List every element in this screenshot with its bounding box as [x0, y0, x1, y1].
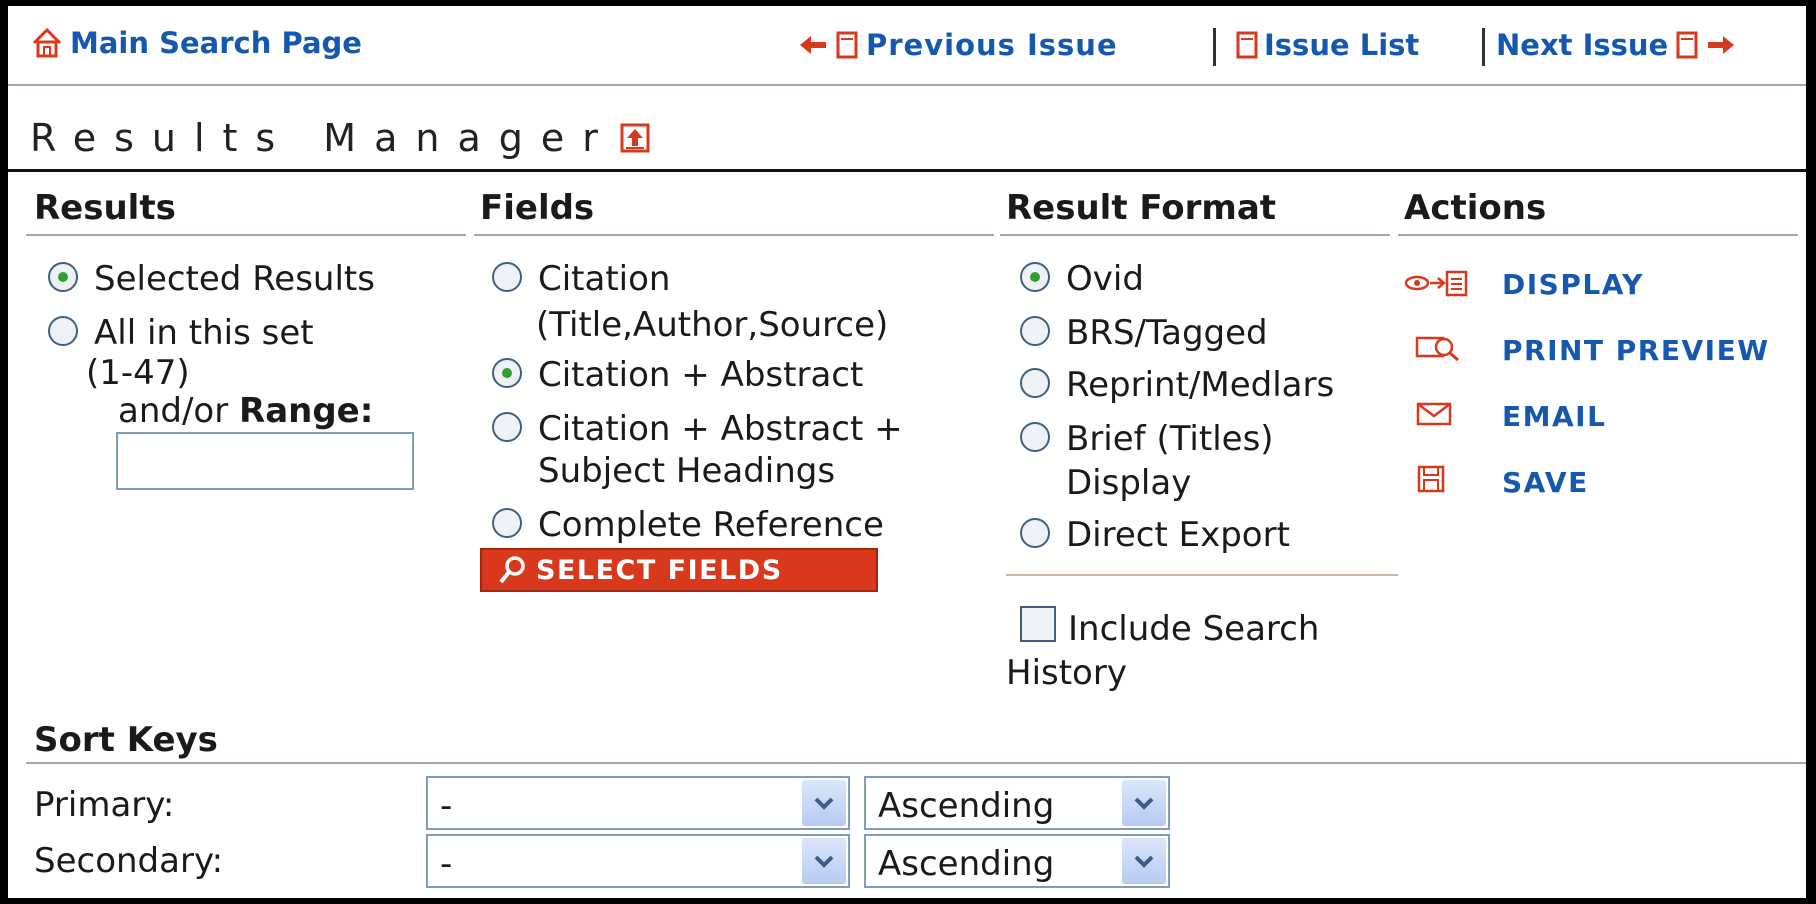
include-search-history-label: Include Search	[1068, 609, 1320, 649]
chevron-down-icon[interactable]	[1122, 780, 1166, 826]
all-in-set-radio[interactable]	[48, 316, 78, 346]
ovid-format-label: Ovid	[1066, 259, 1144, 299]
secondary-sort-field-value: -	[440, 844, 453, 884]
reprint-medlars-radio[interactable]	[1020, 368, 1050, 398]
actions-header: Actions	[1404, 188, 1547, 228]
chevron-down-icon[interactable]	[802, 838, 846, 884]
select-fields-label: SELECT FIELDS	[536, 554, 783, 586]
email-action-icon[interactable]	[1416, 402, 1452, 430]
title-separator	[8, 169, 1806, 172]
citation-label: Citation	[538, 259, 671, 299]
next-issue-label: Next Issue	[1496, 28, 1669, 62]
results-header-underline	[26, 234, 466, 236]
issue-icon	[836, 31, 858, 59]
secondary-sort-label: Secondary:	[34, 841, 224, 881]
fields-header: Fields	[480, 188, 595, 228]
home-icon	[32, 27, 62, 58]
magnifier-icon	[499, 556, 525, 584]
display-icon	[1404, 270, 1468, 297]
save-link[interactable]: SAVE	[1502, 466, 1589, 499]
range-input[interactable]	[116, 432, 414, 490]
all-in-set-label: All in this set	[94, 313, 314, 353]
email-link[interactable]: EMAIL	[1502, 400, 1606, 433]
secondary-sort-order-select[interactable]: Ascending	[864, 834, 1170, 888]
select-fields-button[interactable]: SELECT FIELDS	[480, 548, 878, 592]
brief-titles-sublabel: Display	[1066, 463, 1192, 503]
brief-titles-radio[interactable]	[1020, 422, 1050, 452]
results-header: Results	[34, 188, 176, 228]
primary-sort-order-value: Ascending	[878, 786, 1055, 826]
primary-sort-label: Primary:	[34, 785, 175, 825]
results-manager-title: Results Manager	[30, 116, 616, 160]
all-in-set-range: (1-47)	[86, 353, 190, 393]
save-action-icon[interactable]	[1416, 464, 1446, 498]
arrow-left-icon	[800, 36, 826, 54]
display-action-icon[interactable]	[1404, 268, 1470, 302]
direct-export-radio[interactable]	[1020, 518, 1050, 548]
topnav-separator	[8, 84, 1806, 86]
previous-issue-link[interactable]: Previous Issue	[798, 28, 1118, 62]
and-or-label: and/or	[118, 391, 229, 431]
print-preview-icon	[1415, 336, 1459, 362]
previous-issue-label: Previous Issue	[866, 28, 1118, 62]
format-header-underline	[1000, 234, 1390, 236]
fields-header-underline	[474, 234, 994, 236]
primary-sort-order-select[interactable]: Ascending	[864, 776, 1170, 830]
citation-abstract-subject-label: Citation + Abstract +	[538, 409, 903, 449]
result-format-header: Result Format	[1006, 188, 1277, 228]
include-search-history-sublabel: History	[1006, 653, 1127, 693]
issue-icon	[1236, 31, 1258, 59]
citation-sublabel: (Title,Author,Source)	[536, 305, 889, 345]
secondary-sort-field-select[interactable]: -	[426, 834, 850, 888]
issue-list-link[interactable]: Issue List	[1236, 28, 1419, 62]
main-search-label: Main Search Page	[70, 26, 362, 60]
chevron-down-icon[interactable]	[802, 780, 846, 826]
sort-keys-header: Sort Keys	[34, 720, 218, 760]
citation-abstract-subject-sublabel: Subject Headings	[538, 451, 836, 491]
actions-header-underline	[1398, 234, 1798, 236]
brs-tagged-radio[interactable]	[1020, 316, 1050, 346]
main-search-link[interactable]: Main Search Page	[30, 26, 362, 60]
brief-titles-label: Brief (Titles)	[1066, 419, 1274, 459]
include-search-history-checkbox[interactable]	[1020, 606, 1056, 642]
arrow-right-icon	[1708, 36, 1735, 54]
print-preview-link[interactable]: PRINT PREVIEW	[1502, 334, 1770, 367]
selected-results-radio[interactable]	[48, 262, 78, 292]
ovid-format-radio[interactable]	[1020, 262, 1050, 292]
results-manager-panel: Main Search Page Previous Issue Issue Li…	[8, 6, 1806, 898]
sort-keys-underline	[26, 762, 1806, 764]
primary-sort-field-select[interactable]: -	[426, 776, 850, 830]
issue-list-label: Issue List	[1264, 28, 1420, 62]
direct-export-label: Direct Export	[1066, 515, 1290, 555]
citation-abstract-subject-radio[interactable]	[492, 412, 522, 442]
email-icon	[1416, 402, 1452, 426]
print-preview-action-icon[interactable]	[1414, 332, 1462, 366]
secondary-sort-order-value: Ascending	[878, 844, 1055, 884]
nav-divider	[1482, 28, 1485, 66]
complete-reference-label: Complete Reference	[538, 505, 884, 545]
back-to-top-icon[interactable]	[620, 123, 650, 153]
citation-abstract-label: Citation + Abstract	[538, 355, 864, 395]
save-icon	[1417, 465, 1445, 493]
brs-tagged-label: BRS/Tagged	[1066, 313, 1268, 353]
range-label: Range:	[239, 391, 374, 431]
format-divider	[1006, 574, 1398, 576]
citation-abstract-radio[interactable]	[492, 358, 522, 388]
nav-divider	[1213, 28, 1216, 66]
display-link[interactable]: DISPLAY	[1502, 268, 1644, 301]
complete-reference-radio[interactable]	[492, 508, 522, 538]
primary-sort-field-value: -	[440, 786, 453, 826]
next-issue-link[interactable]: Next Issue	[1496, 28, 1736, 62]
citation-radio[interactable]	[492, 262, 522, 292]
reprint-medlars-label: Reprint/Medlars	[1066, 365, 1335, 405]
selected-results-label: Selected Results	[94, 259, 375, 299]
chevron-down-icon[interactable]	[1122, 838, 1166, 884]
issue-icon	[1676, 31, 1698, 59]
